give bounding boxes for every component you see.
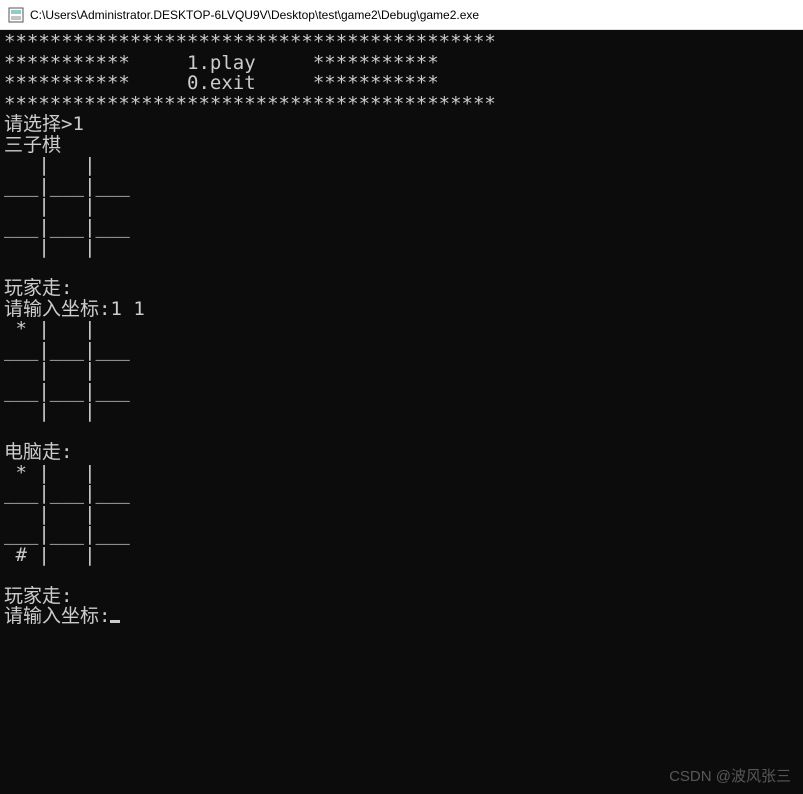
menu-option-exit: *********** 0.exit *********** — [4, 72, 439, 94]
board3-s1: ___|___|___ — [4, 482, 130, 504]
window-title: C:\Users\Administrator.DESKTOP-6LVQU9V\D… — [30, 8, 479, 22]
menu-option-play: *********** 1.play *********** — [4, 52, 439, 74]
computer-turn: 电脑走: — [4, 441, 72, 463]
board3-r3: # | | — [4, 544, 130, 566]
console-output[interactable]: ****************************************… — [0, 30, 803, 794]
board1-r2: | | — [4, 195, 130, 217]
board2-r2: | | — [4, 359, 130, 381]
board2-r3: | | — [4, 400, 130, 422]
board2-s1: ___|___|___ — [4, 339, 130, 361]
board2-r1: * | | — [4, 318, 130, 340]
board3-r2: | | — [4, 503, 130, 525]
input-coord-2: 请输入坐标: — [4, 605, 110, 627]
menu-border-bottom: ****************************************… — [4, 93, 496, 115]
board3-s2: ___|___|___ — [4, 523, 130, 545]
board3-r1: * | | — [4, 462, 130, 484]
text-cursor — [110, 620, 120, 623]
board2-s2: ___|___|___ — [4, 380, 130, 402]
player-turn-2: 玩家走: — [4, 585, 72, 607]
console-window: C:\Users\Administrator.DESKTOP-6LVQU9V\D… — [0, 0, 803, 794]
menu-border-top: ****************************************… — [4, 31, 496, 53]
prompt-select: 请选择>1 — [4, 113, 84, 135]
app-icon — [8, 7, 24, 23]
game-title: 三子棋 — [4, 134, 61, 156]
board1-r3: | | — [4, 236, 130, 258]
player-turn-1: 玩家走: — [4, 277, 72, 299]
board1-s2: ___|___|___ — [4, 216, 130, 238]
title-bar[interactable]: C:\Users\Administrator.DESKTOP-6LVQU9V\D… — [0, 0, 803, 30]
board1-s1: ___|___|___ — [4, 175, 130, 197]
board1-r1: | | — [4, 154, 130, 176]
input-coord-1: 请输入坐标:1 1 — [4, 298, 145, 320]
